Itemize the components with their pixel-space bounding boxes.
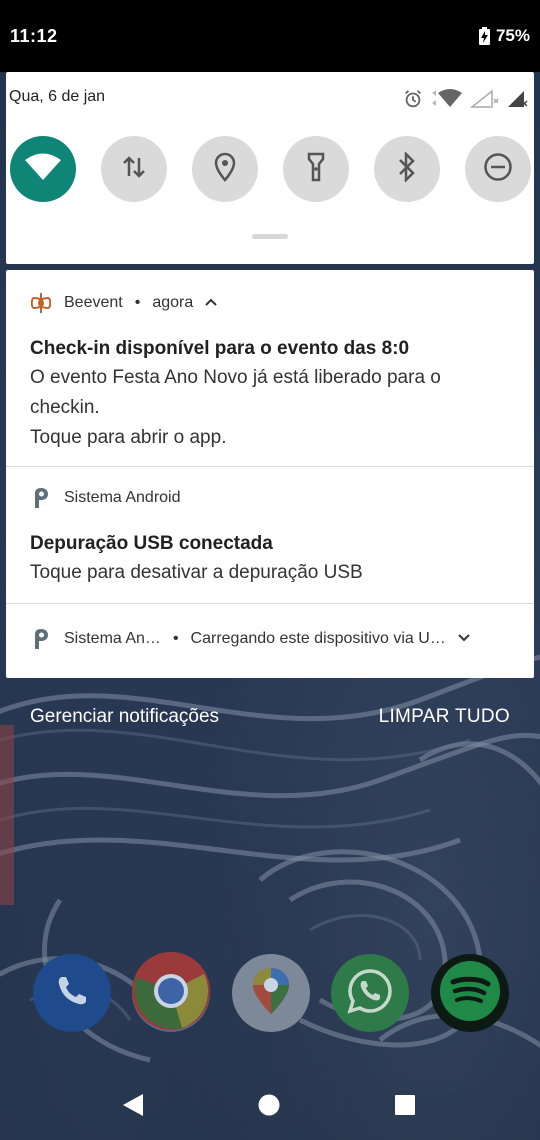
quick-settings-panel: Qua, 6 de jan — [6, 72, 534, 264]
wifi-icon — [25, 153, 61, 186]
flashlight-icon — [306, 152, 326, 187]
qs-date[interactable]: Qua, 6 de jan — [9, 88, 105, 106]
recents-button[interactable] — [392, 1094, 418, 1120]
whatsapp-icon — [346, 967, 394, 1020]
notification-body: O evento Festa Ano Novo já está liberado… — [30, 363, 500, 453]
manage-notifications-button[interactable]: Gerenciar notificações — [30, 706, 219, 728]
phone-app[interactable] — [33, 954, 111, 1032]
home-circle-icon — [257, 1093, 281, 1122]
chrome-app[interactable] — [132, 951, 210, 1035]
notification-time: agora — [152, 294, 194, 311]
chrome-icon — [132, 951, 210, 1035]
notification-header: Beevent • agora — [30, 292, 217, 314]
separator-dot: • — [172, 630, 179, 647]
notification-app-name: Sistema Android — [64, 489, 181, 506]
cell-signal-empty-icon — [469, 89, 500, 114]
notification-summary: Carregando este dispositivo via U… — [190, 630, 446, 647]
home-button[interactable] — [256, 1094, 282, 1120]
recents-square-icon — [393, 1093, 417, 1122]
clear-all-button[interactable]: LIMPAR TUDO — [379, 706, 510, 728]
notification-app-name: Beevent — [64, 294, 123, 311]
spotify-app[interactable] — [431, 954, 509, 1032]
tile-location[interactable] — [192, 136, 258, 202]
chevron-up-icon[interactable] — [205, 294, 217, 312]
navigation-bar — [0, 1074, 540, 1140]
mobile-data-icon — [122, 154, 146, 185]
notification-app-name: Sistema An… — [64, 630, 161, 647]
notification-title: Check-in disponível para o evento das 8:… — [30, 338, 410, 359]
bluetooth-icon — [397, 150, 417, 187]
tile-wifi[interactable] — [10, 136, 76, 202]
location-icon — [214, 152, 236, 187]
back-triangle-icon — [121, 1093, 145, 1122]
separator-dot: • — [134, 294, 141, 311]
beevent-app-icon — [30, 292, 52, 314]
whatsapp-app[interactable] — [331, 954, 409, 1032]
notification-header: Sistema An… • Carregando este dispositiv… — [30, 628, 470, 650]
dock — [0, 951, 540, 1035]
notification-list: Beevent • agora Check-in disponível para… — [6, 270, 534, 678]
android-system-icon — [30, 487, 52, 509]
battery-percent: 75% — [495, 26, 530, 45]
chevron-down-icon[interactable] — [458, 630, 470, 648]
notification-actions: Gerenciar notificações LIMPAR TUDO — [0, 700, 540, 734]
tile-do-not-disturb[interactable] — [465, 136, 531, 202]
qs-tiles — [10, 136, 531, 202]
notification-body-line: O evento Festa Ano Novo já está liberado… — [30, 367, 441, 418]
do-not-disturb-icon — [483, 152, 513, 187]
phone-icon — [52, 971, 92, 1016]
tile-flashlight[interactable] — [283, 136, 349, 202]
wifi-signal-icon — [430, 89, 464, 114]
notification-body-line: Toque para abrir o app. — [30, 427, 227, 448]
maps-app[interactable] — [232, 954, 310, 1032]
qs-drag-handle[interactable] — [252, 234, 288, 239]
battery-charging-icon — [478, 27, 490, 45]
status-bar: 11:12 75% — [0, 0, 540, 72]
tile-mobile-data[interactable] — [101, 136, 167, 202]
qs-status-icons — [402, 88, 528, 115]
status-time: 11:12 — [10, 26, 58, 46]
battery-indicator: 75% — [478, 26, 530, 46]
spotify-icon — [437, 958, 503, 1029]
back-button[interactable] — [120, 1093, 146, 1122]
notification-body-line: Toque para desativar a depuração USB — [30, 562, 363, 583]
notification-header: Sistema Android — [30, 487, 181, 509]
notification-usb-debugging[interactable]: Sistema Android Depuração USB conectada … — [6, 467, 534, 604]
cell-signal-icon — [506, 89, 528, 114]
alarm-icon — [402, 88, 424, 115]
tile-bluetooth[interactable] — [374, 136, 440, 202]
notification-body: Toque para desativar a depuração USB — [30, 558, 500, 588]
notification-beevent[interactable]: Beevent • agora Check-in disponível para… — [6, 270, 534, 467]
notification-charging[interactable]: Sistema An… • Carregando este dispositiv… — [6, 604, 534, 678]
notification-title: Depuração USB conectada — [30, 533, 273, 554]
android-system-icon — [30, 628, 52, 650]
maps-icon — [249, 966, 293, 1021]
